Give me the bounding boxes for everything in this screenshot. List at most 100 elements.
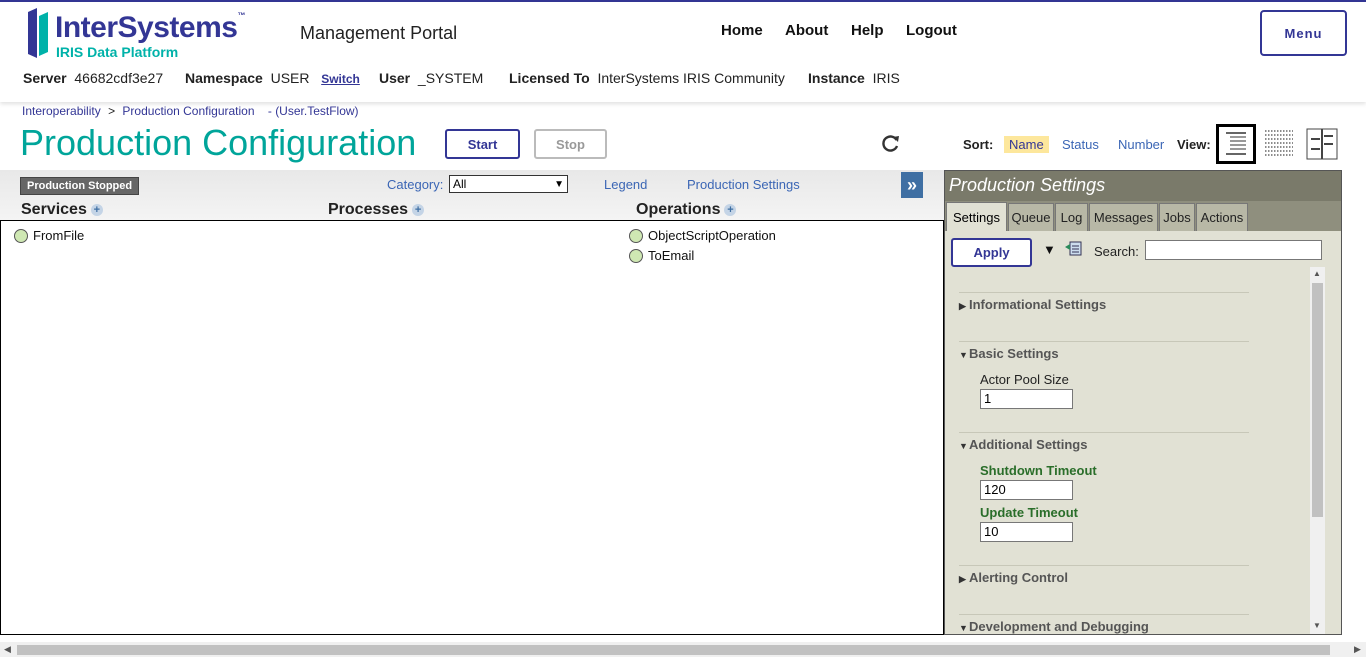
shutdown-timeout-input[interactable]: 120 bbox=[980, 480, 1073, 500]
switch-namespace-link[interactable]: Switch bbox=[321, 72, 360, 86]
tab-settings[interactable]: Settings bbox=[946, 202, 1007, 231]
tree-view-icon[interactable] bbox=[1303, 124, 1343, 164]
scroll-up-icon[interactable]: ▲ bbox=[1313, 269, 1321, 278]
operation-item[interactable]: ObjectScriptOperation bbox=[629, 228, 776, 243]
chevron-down-icon: ▼ bbox=[959, 350, 968, 360]
category-label: Category: bbox=[387, 177, 444, 192]
panel-tabs: Settings Queue Log Messages Jobs Actions bbox=[945, 201, 1341, 231]
chevron-right-icon: ▶ bbox=[959, 301, 966, 311]
tab-messages[interactable]: Messages bbox=[1089, 203, 1158, 231]
production-status-badge: Production Stopped bbox=[20, 177, 140, 195]
operations-column-header: Operations + bbox=[636, 201, 737, 219]
nav-about[interactable]: About bbox=[785, 22, 828, 39]
apply-button[interactable]: Apply bbox=[951, 238, 1032, 267]
breadcrumb-production-configuration[interactable]: Production Configuration bbox=[122, 104, 254, 118]
list-view-icon[interactable] bbox=[1216, 124, 1256, 164]
intersystems-logo[interactable]: InterSystems™ IRIS Data Platform bbox=[28, 8, 248, 60]
nav-help[interactable]: Help bbox=[851, 22, 884, 39]
scroll-down-icon[interactable]: ▼ bbox=[1313, 621, 1321, 630]
tab-jobs[interactable]: Jobs bbox=[1159, 203, 1195, 231]
refresh-icon[interactable] bbox=[881, 133, 901, 153]
server-value: 46682cdf3e27 bbox=[74, 70, 164, 86]
sort-label: Sort: bbox=[963, 137, 994, 152]
shutdown-timeout-label: Shutdown Timeout bbox=[980, 463, 1097, 478]
tab-log[interactable]: Log bbox=[1055, 203, 1088, 231]
category-select[interactable]: All ▼ bbox=[449, 175, 568, 193]
diagram-canvas: FromFile ObjectScriptOperation ToEmail bbox=[0, 220, 944, 635]
vertical-scrollbar[interactable]: ▲ ▼ bbox=[1310, 267, 1325, 634]
sort-by-status[interactable]: Status bbox=[1062, 137, 1099, 152]
actor-pool-size-label: Actor Pool Size bbox=[980, 372, 1069, 387]
user-value: _SYSTEM bbox=[417, 70, 484, 86]
sort-by-name[interactable]: Name bbox=[1004, 136, 1049, 153]
stop-button[interactable]: Stop bbox=[534, 129, 607, 159]
breadcrumb-separator: > bbox=[108, 104, 116, 118]
section-development-debugging[interactable]: ▼Development and Debugging bbox=[959, 614, 1249, 634]
add-service-icon[interactable]: + bbox=[90, 203, 103, 216]
section-alerting-control[interactable]: ▶ Alerting Control bbox=[959, 565, 1249, 585]
server-label: Server bbox=[23, 70, 67, 86]
horizontal-scrollbar[interactable]: ◀ ▶ bbox=[0, 642, 1366, 657]
add-operation-icon[interactable]: + bbox=[724, 203, 737, 216]
status-indicator-icon bbox=[629, 248, 643, 263]
chevron-down-icon: ▼ bbox=[554, 179, 564, 190]
section-basic-settings[interactable]: ▼Basic Settings bbox=[959, 341, 1249, 361]
service-item[interactable]: FromFile bbox=[14, 228, 84, 243]
panel-title: Production Settings bbox=[945, 171, 1341, 201]
instance-value: IRIS bbox=[872, 70, 900, 86]
sort-by-number[interactable]: Number bbox=[1118, 137, 1164, 152]
update-timeout-label: Update Timeout bbox=[980, 505, 1078, 520]
scrollbar-thumb[interactable] bbox=[1312, 283, 1323, 517]
category-selected-value: All bbox=[453, 177, 467, 191]
tab-queue[interactable]: Queue bbox=[1008, 203, 1054, 231]
breadcrumb: Interoperability > Production Configurat… bbox=[22, 104, 363, 118]
chevron-down-icon: ▼ bbox=[959, 441, 968, 451]
scrollbar-thumb[interactable] bbox=[17, 645, 1330, 655]
breadcrumb-interoperability[interactable]: Interoperability bbox=[22, 104, 101, 118]
logo-mark-icon bbox=[28, 8, 48, 58]
portal-header: InterSystems™ IRIS Data Platform Managem… bbox=[0, 2, 1366, 102]
user-label: User bbox=[379, 70, 411, 86]
search-input[interactable] bbox=[1145, 240, 1322, 260]
logo-product-name: IRIS Data Platform bbox=[56, 44, 179, 60]
update-timeout-input[interactable]: 10 bbox=[980, 522, 1073, 542]
processes-column-header: Processes + bbox=[328, 201, 425, 219]
view-label: View: bbox=[1177, 137, 1211, 152]
add-process-icon[interactable]: + bbox=[412, 203, 425, 216]
namespace-value: USER bbox=[270, 70, 310, 86]
nav-logout[interactable]: Logout bbox=[906, 22, 957, 39]
expand-all-icon[interactable]: ▼ bbox=[1043, 242, 1056, 257]
legend-link[interactable]: Legend bbox=[604, 177, 647, 192]
search-label: Search: bbox=[1094, 244, 1139, 259]
grid-view-icon[interactable] bbox=[1261, 124, 1301, 164]
services-column-header: Services + bbox=[21, 201, 103, 219]
settings-tab-content: Apply ▼ Search: ▶ Informational Settings … bbox=[945, 231, 1341, 634]
section-informational-settings[interactable]: ▶ Informational Settings bbox=[959, 292, 1249, 312]
production-settings-link[interactable]: Production Settings bbox=[687, 177, 800, 192]
start-button[interactable]: Start bbox=[445, 129, 520, 159]
operation-item[interactable]: ToEmail bbox=[629, 248, 694, 263]
chevron-right-icon: ▶ bbox=[959, 574, 966, 584]
licensed-value: InterSystems IRIS Community bbox=[597, 70, 785, 86]
status-indicator-icon bbox=[14, 228, 28, 243]
settings-tools-icon[interactable] bbox=[1065, 241, 1083, 257]
breadcrumb-production-name: - (User.TestFlow) bbox=[267, 104, 359, 118]
settings-panel: Production Settings Settings Queue Log M… bbox=[944, 170, 1342, 635]
tab-actions[interactable]: Actions bbox=[1196, 203, 1248, 231]
scroll-left-icon[interactable]: ◀ bbox=[4, 644, 11, 655]
page-title: Production Configuration bbox=[20, 122, 417, 163]
expand-panel-button[interactable]: » bbox=[901, 172, 923, 198]
nav-home[interactable]: Home bbox=[721, 22, 763, 39]
settings-scroll-area[interactable]: ▶ Informational Settings ▼Basic Settings … bbox=[945, 267, 1341, 634]
instance-label: Instance bbox=[808, 70, 865, 86]
logo-wordmark: InterSystems™ bbox=[55, 11, 245, 44]
production-diagram: Production Stopped Category: All ▼ Legen… bbox=[0, 170, 944, 635]
namespace-label: Namespace bbox=[185, 70, 263, 86]
diagram-toolbar: Production Stopped Category: All ▼ Legen… bbox=[0, 170, 944, 220]
actor-pool-size-input[interactable]: 1 bbox=[980, 389, 1073, 409]
status-indicator-icon bbox=[629, 228, 643, 243]
scroll-right-icon[interactable]: ▶ bbox=[1354, 644, 1361, 655]
portal-title: Management Portal bbox=[300, 23, 458, 43]
menu-button[interactable]: Menu bbox=[1260, 10, 1347, 56]
section-additional-settings[interactable]: ▼Additional Settings bbox=[959, 432, 1249, 452]
